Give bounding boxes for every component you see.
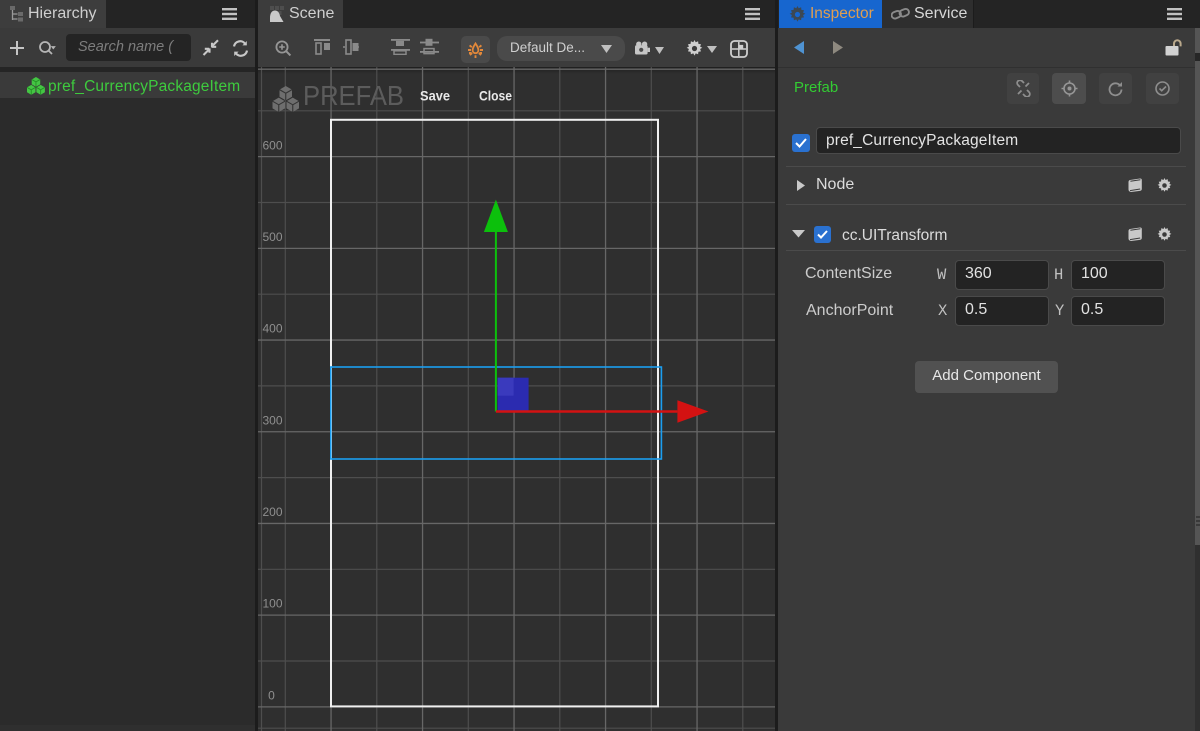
svg-text:100: 100: [262, 597, 282, 611]
svg-text:0: 0: [268, 688, 275, 702]
svg-text:PREFAB: PREFAB: [303, 80, 404, 111]
svg-text:500: 500: [262, 230, 282, 244]
svg-text:Save: Save: [420, 89, 450, 104]
svg-text:200: 200: [262, 505, 282, 519]
svg-text:Close: Close: [479, 89, 512, 104]
svg-text:400: 400: [262, 322, 282, 336]
svg-text:600: 600: [262, 138, 282, 152]
svg-text:300: 300: [262, 413, 282, 427]
